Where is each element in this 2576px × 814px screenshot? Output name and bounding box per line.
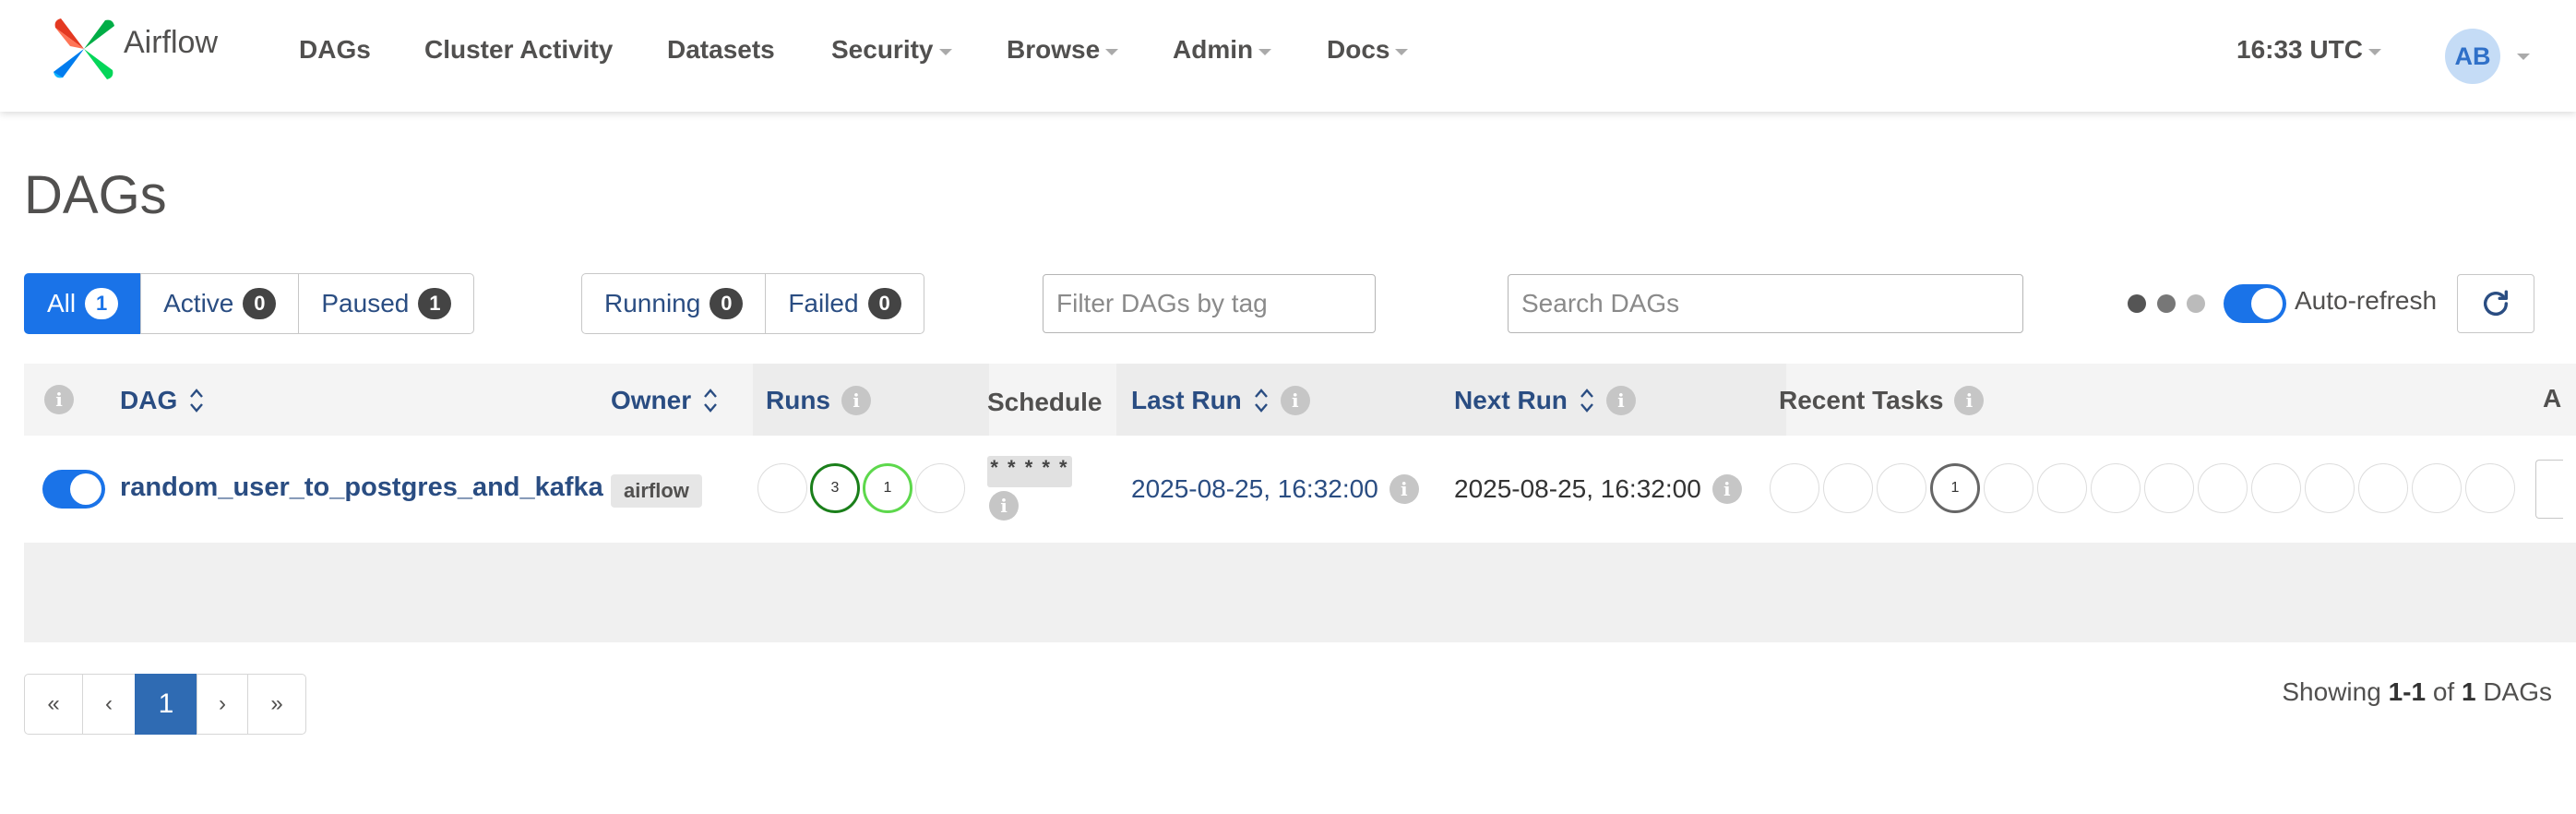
run-state-success-circle[interactable]: 3 <box>810 463 860 513</box>
task-state-circle[interactable] <box>1770 463 1819 513</box>
count-badge: 1 <box>418 288 452 319</box>
sort-icon <box>704 389 718 413</box>
task-state-circle[interactable]: 1 <box>1930 463 1980 513</box>
schedule-tag[interactable]: * * * * * <box>987 456 1072 487</box>
nav-admin[interactable]: Admin <box>1173 35 1272 65</box>
next-run-value: 2025-08-25, 16:32:00 i <box>1454 474 1742 504</box>
task-state-circle[interactable] <box>2358 463 2408 513</box>
brand-name: Airflow <box>124 25 219 60</box>
chevron-down-icon <box>1105 48 1119 55</box>
column-runs: Runs i <box>766 386 871 415</box>
table-empty-area <box>24 543 2576 642</box>
loading-dot <box>2128 294 2146 313</box>
refresh-icon <box>2483 290 2509 316</box>
info-icon[interactable]: i <box>1389 474 1419 504</box>
chevron-down-icon <box>1258 48 1272 55</box>
auto-refresh-toggle[interactable] <box>2224 284 2286 323</box>
task-state-circle[interactable] <box>1984 463 2033 513</box>
task-state-circle[interactable] <box>2412 463 2462 513</box>
page-last-button[interactable]: » <box>247 674 306 735</box>
info-icon[interactable]: i <box>1711 474 1742 504</box>
task-state-circle[interactable] <box>2465 463 2515 513</box>
nav-docs[interactable]: Docs <box>1327 35 1409 65</box>
brand[interactable]: Airflow <box>50 15 218 88</box>
nav-cluster-activity[interactable]: Cluster Activity <box>424 35 613 65</box>
nav-security[interactable]: Security <box>831 35 952 65</box>
run-state-circle[interactable] <box>757 463 807 513</box>
table-header: i DAG Owner Runs i Schedule Last Run i Ne… <box>24 364 2576 437</box>
chevron-down-icon <box>1395 48 1409 55</box>
run-state-running-circle[interactable]: 1 <box>863 463 912 513</box>
task-state-circle[interactable] <box>2091 463 2141 513</box>
loading-dot <box>2187 294 2205 313</box>
timezone-clock[interactable]: 16:33 UTC <box>2236 35 2381 65</box>
sort-icon <box>1254 389 1268 413</box>
nav-datasets[interactable]: Datasets <box>667 35 775 65</box>
sort-icon <box>1580 389 1593 413</box>
task-state-circle[interactable] <box>1823 463 1873 513</box>
filter-active-button[interactable]: Active 0 <box>140 273 300 334</box>
sort-icon <box>190 389 204 413</box>
task-state-circle[interactable] <box>2305 463 2355 513</box>
column-next-run[interactable]: Next Run i <box>1454 386 1636 415</box>
column-recent-tasks: Recent Tasks i <box>1779 386 1985 415</box>
refresh-button[interactable] <box>2457 274 2534 333</box>
task-state-circle[interactable] <box>2198 463 2248 513</box>
column-dag[interactable]: DAG <box>120 386 205 415</box>
page-title: DAGs <box>24 165 167 225</box>
loading-dot <box>2157 294 2176 313</box>
owner-tag[interactable]: airflow <box>611 474 702 508</box>
page-prev-button[interactable]: ‹ <box>82 674 136 735</box>
chevron-down-icon <box>938 48 952 55</box>
nav-browse[interactable]: Browse <box>1007 35 1119 65</box>
user-avatar[interactable]: AB <box>2445 29 2500 84</box>
column-last-run[interactable]: Last Run i <box>1131 386 1310 415</box>
airflow-pinwheel-icon <box>50 15 118 88</box>
count-badge: 0 <box>710 288 744 319</box>
task-state-circle[interactable] <box>2251 463 2301 513</box>
count-badge: 1 <box>85 288 119 319</box>
task-state-circle[interactable] <box>2144 463 2194 513</box>
page-first-button[interactable]: « <box>24 674 83 735</box>
status-filter-group: All 1 Active 0 Paused 1 <box>24 273 475 336</box>
info-icon[interactable]: i <box>989 491 1019 521</box>
info-icon[interactable]: i <box>1280 386 1310 415</box>
dag-pause-toggle[interactable] <box>42 470 105 509</box>
auto-refresh-label: Auto-refresh <box>2295 286 2438 315</box>
column-owner[interactable]: Owner <box>611 386 719 415</box>
info-icon[interactable]: i <box>1954 386 1985 415</box>
showing-summary: Showing 1-1 of 1 DAGs <box>2282 677 2552 706</box>
nav-dags[interactable]: DAGs <box>299 35 371 65</box>
search-dags-input[interactable] <box>1508 274 2023 333</box>
page-next-button[interactable]: › <box>197 674 248 735</box>
actions-button[interactable] <box>2535 460 2563 519</box>
count-badge: 0 <box>243 288 277 319</box>
column-actions-edge: A <box>2543 384 2562 413</box>
task-state-circle[interactable] <box>2037 463 2087 513</box>
filter-running-button[interactable]: Running 0 <box>581 273 767 334</box>
pagination: « ‹ 1 › » <box>24 674 306 735</box>
last-run-link[interactable]: 2025-08-25, 16:32:00 i <box>1131 474 1419 504</box>
task-state-circle[interactable] <box>1877 463 1926 513</box>
run-state-circle[interactable] <box>915 463 965 513</box>
chevron-down-icon[interactable] <box>2517 54 2530 60</box>
run-state-filter-group: Running 0 Failed 0 <box>581 273 924 336</box>
filter-paused-button[interactable]: Paused 1 <box>298 273 475 334</box>
top-navbar: Airflow DAGs Cluster Activity Datasets S… <box>0 0 2576 112</box>
filter-all-button[interactable]: All 1 <box>24 273 142 334</box>
chevron-down-icon <box>2367 48 2381 55</box>
info-icon[interactable]: i <box>1605 386 1636 415</box>
page-current-button[interactable]: 1 <box>135 674 197 735</box>
filter-failed-button[interactable]: Failed 0 <box>765 273 924 334</box>
dag-id-link[interactable]: random_user_to_postgres_and_kafka <box>120 473 603 503</box>
info-icon[interactable]: i <box>841 386 871 415</box>
count-badge: 0 <box>867 288 901 319</box>
column-schedule: Schedule <box>987 388 1103 416</box>
tag-filter-input[interactable] <box>1043 274 1376 333</box>
table-row: random_user_to_postgres_and_kafka airflo… <box>24 436 2576 544</box>
info-icon[interactable]: i <box>44 385 74 414</box>
